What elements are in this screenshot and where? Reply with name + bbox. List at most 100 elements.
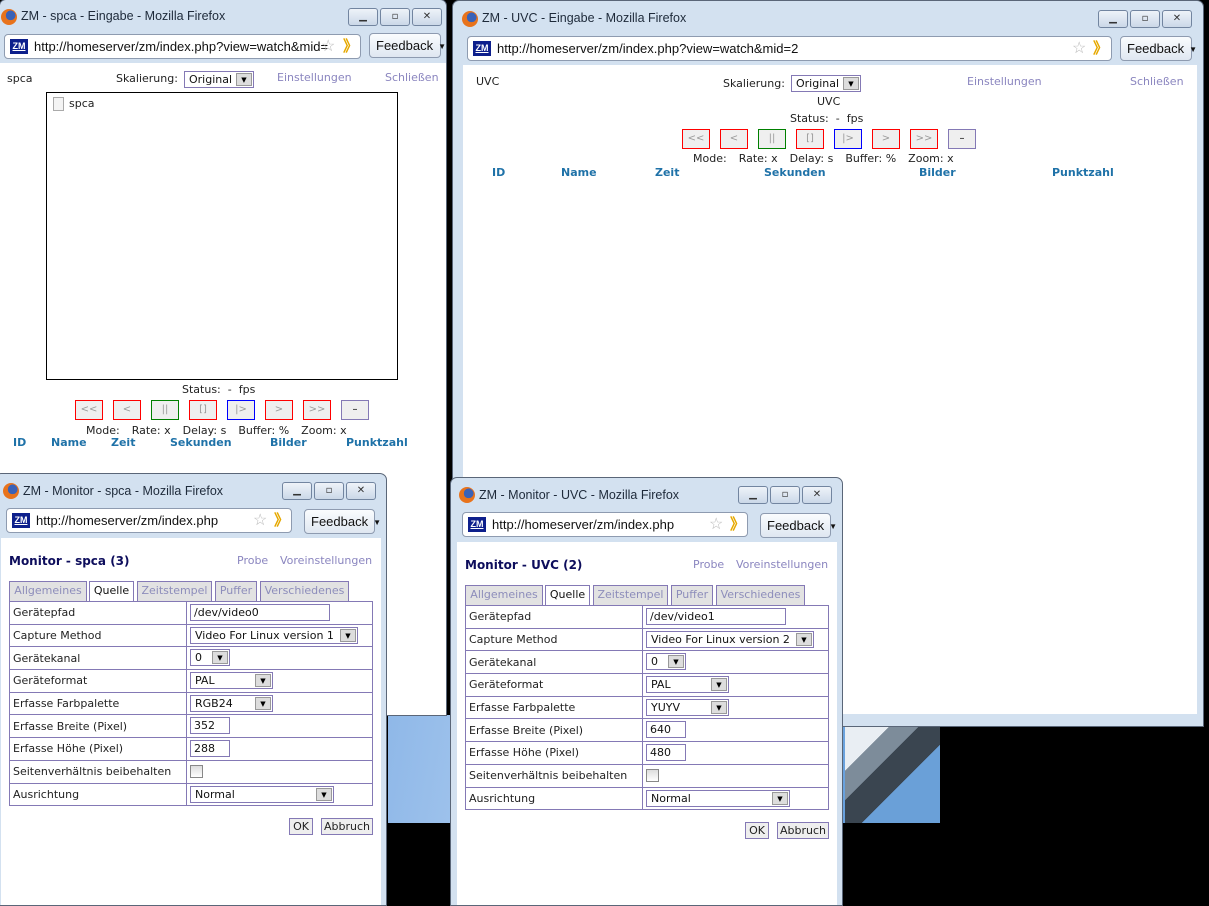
maximize-button[interactable]: ▫: [380, 8, 410, 26]
probe-link[interactable]: Probe: [693, 558, 724, 571]
settings-link[interactable]: Einstellungen: [967, 75, 1042, 88]
tab-zeitstempel[interactable]: Zeitstempel: [137, 581, 212, 601]
column-header-bilder[interactable]: Bilder: [270, 436, 307, 449]
feedback-button[interactable]: Feedback ▼: [760, 513, 837, 538]
checkbox-keep-aspect[interactable]: [646, 768, 659, 782]
tab-puffer[interactable]: Puffer: [671, 585, 713, 605]
tab-allgemeines[interactable]: Allgemeines: [9, 581, 87, 601]
select-input[interactable]: RGB24 ▼: [190, 694, 273, 712]
feed-icon[interactable]: 》: [343, 35, 358, 58]
control-button[interactable]: –: [948, 129, 976, 149]
control-button[interactable]: >: [872, 129, 900, 149]
url-bar[interactable]: ZM http://homeserver/zm/index.php ☆ 》: [462, 512, 748, 537]
settings-link[interactable]: Einstellungen: [277, 71, 352, 84]
control-button[interactable]: []: [796, 129, 824, 149]
select-input[interactable]: Normal ▼: [646, 789, 790, 807]
select-input[interactable]: 0 ▼: [646, 653, 686, 671]
minimize-button[interactable]: ▁: [1098, 10, 1128, 28]
tab-allgemeines[interactable]: Allgemeines: [465, 585, 543, 605]
url-bar[interactable]: ZM http://homeserver/zm/index.php?view=w…: [4, 34, 361, 59]
select-input[interactable]: YUYV ▼: [646, 698, 729, 716]
control-button[interactable]: []: [189, 400, 217, 420]
feedback-button[interactable]: Feedback ▼: [1120, 36, 1197, 61]
bookmark-star-icon[interactable]: ☆: [253, 509, 267, 532]
text-input[interactable]: /dev/video1: [646, 608, 786, 625]
feed-icon[interactable]: 》: [1093, 37, 1108, 60]
tab-quelle[interactable]: Quelle: [89, 581, 134, 602]
presets-link[interactable]: Voreinstellungen: [280, 554, 372, 567]
column-header-id[interactable]: ID: [13, 436, 26, 449]
column-header-zeit[interactable]: Zeit: [111, 436, 135, 449]
close-link[interactable]: Schließen: [1130, 75, 1184, 88]
column-header-name[interactable]: Name: [561, 166, 597, 179]
control-button[interactable]: <: [113, 400, 141, 420]
column-header-punktzahl[interactable]: Punktzahl: [346, 436, 408, 449]
url-bar[interactable]: ZM http://homeserver/zm/index.php?view=w…: [467, 36, 1112, 61]
control-button[interactable]: |>: [834, 129, 862, 149]
select-input[interactable]: Video For Linux version 2 ▼: [646, 630, 814, 648]
control-button[interactable]: ||: [758, 129, 786, 149]
scale-select[interactable]: Original ▼: [184, 71, 254, 88]
control-button[interactable]: >>: [303, 400, 331, 420]
chevron-down-icon: ▼: [711, 678, 727, 692]
text-input[interactable]: 480: [646, 744, 686, 762]
presets-link[interactable]: Voreinstellungen: [736, 558, 828, 571]
text-input[interactable]: /dev/video0: [190, 604, 330, 621]
ok-button[interactable]: OK: [745, 822, 769, 839]
control-button[interactable]: <<: [75, 400, 103, 420]
close-window-button[interactable]: ✕: [346, 482, 376, 500]
maximize-button[interactable]: ▫: [314, 482, 344, 500]
bookmark-star-icon[interactable]: ☆: [709, 513, 723, 536]
tab-puffer[interactable]: Puffer: [215, 581, 257, 601]
text-input[interactable]: 640: [646, 721, 686, 739]
select-input[interactable]: Normal ▼: [190, 785, 334, 803]
select-input[interactable]: PAL ▼: [190, 672, 273, 690]
select-input[interactable]: Video For Linux version 1 ▼: [190, 626, 358, 644]
control-button[interactable]: >: [265, 400, 293, 420]
close-window-button[interactable]: ✕: [412, 8, 442, 26]
cancel-button[interactable]: Abbruch: [321, 818, 373, 835]
close-window-button[interactable]: ✕: [1162, 10, 1192, 28]
bookmark-star-icon[interactable]: ☆: [1072, 37, 1086, 60]
feed-icon[interactable]: 》: [730, 513, 745, 536]
feed-icon[interactable]: 》: [274, 509, 289, 532]
close-link[interactable]: Schließen: [385, 71, 439, 84]
column-header-sekunden[interactable]: Sekunden: [170, 436, 232, 449]
column-header-id[interactable]: ID: [492, 166, 505, 179]
minimize-button[interactable]: ▁: [738, 486, 768, 504]
url-bar[interactable]: ZM http://homeserver/zm/index.php ☆ 》: [6, 508, 292, 533]
select-input[interactable]: PAL ▼: [646, 676, 729, 694]
column-header-zeit[interactable]: Zeit: [655, 166, 679, 179]
feedback-button[interactable]: Feedback ▼: [369, 33, 446, 58]
maximize-button[interactable]: ▫: [1130, 10, 1160, 28]
tab-quelle[interactable]: Quelle: [545, 585, 590, 606]
tab-verschiedenes[interactable]: Verschiedenes: [716, 585, 805, 605]
control-button[interactable]: >>: [910, 129, 938, 149]
minimize-button[interactable]: ▁: [282, 482, 312, 500]
minimize-button[interactable]: ▁: [348, 8, 378, 26]
probe-link[interactable]: Probe: [237, 554, 268, 567]
text-input[interactable]: 352: [190, 717, 230, 735]
tab-verschiedenes[interactable]: Verschiedenes: [260, 581, 349, 601]
maximize-button[interactable]: ▫: [770, 486, 800, 504]
column-header-name[interactable]: Name: [51, 436, 87, 449]
tab-zeitstempel[interactable]: Zeitstempel: [593, 585, 668, 605]
cancel-button[interactable]: Abbruch: [777, 822, 829, 839]
bookmark-star-icon[interactable]: ☆: [321, 35, 335, 58]
control-button[interactable]: <: [720, 129, 748, 149]
checkbox-keep-aspect[interactable]: [190, 764, 203, 778]
text-input[interactable]: 288: [190, 740, 230, 758]
control-button[interactable]: ||: [151, 400, 179, 420]
control-button[interactable]: |>: [227, 400, 255, 420]
scale-select[interactable]: Original ▼: [791, 75, 861, 92]
column-header-punktzahl[interactable]: Punktzahl: [1052, 166, 1114, 179]
column-header-sekunden[interactable]: Sekunden: [764, 166, 826, 179]
ok-button[interactable]: OK: [289, 818, 313, 835]
control-button[interactable]: –: [341, 400, 369, 420]
close-window-button[interactable]: ✕: [802, 486, 832, 504]
feedback-button[interactable]: Feedback ▼: [304, 509, 381, 534]
control-button[interactable]: <<: [682, 129, 710, 149]
column-header-bilder[interactable]: Bilder: [919, 166, 956, 179]
field-value-cell: Normal ▼: [642, 786, 829, 811]
select-input[interactable]: 0 ▼: [190, 649, 230, 667]
